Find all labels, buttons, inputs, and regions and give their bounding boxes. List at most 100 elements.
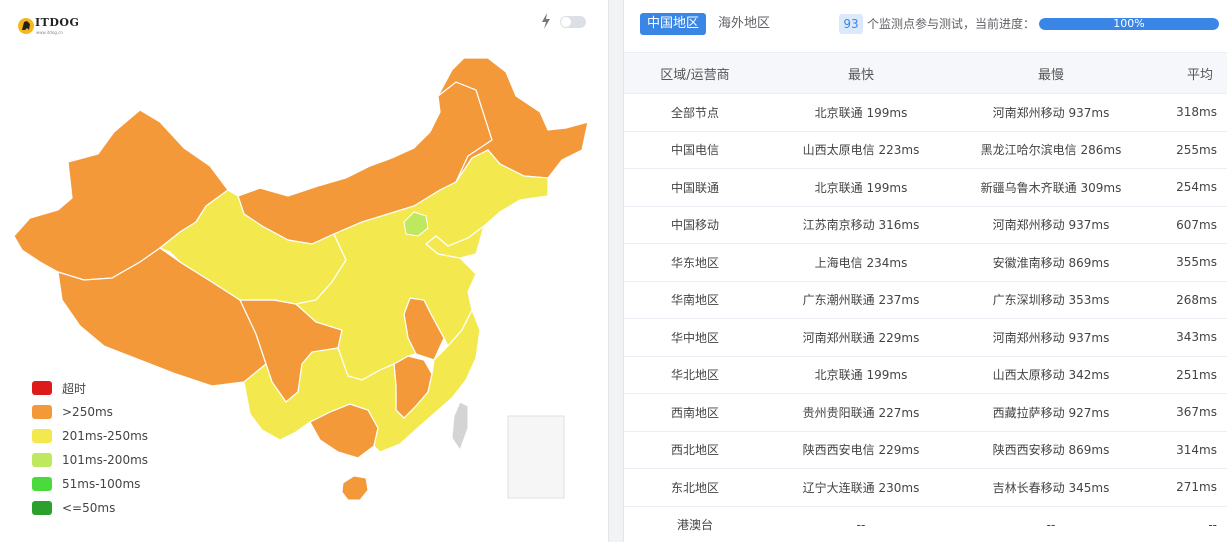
itdog-logo[interactable]: ITDOG www.itdog.cn	[18, 16, 88, 38]
cell-average: 355ms	[1146, 243, 1227, 282]
table-row: 华南地区 广东潮州联通 237ms 广东深圳移动 353ms 268ms	[624, 281, 1227, 319]
legend-label: >250ms	[62, 405, 113, 419]
progress-bar: 100%	[1039, 18, 1219, 30]
progress-percent: 100%	[1113, 18, 1145, 30]
cell-fastest: 山西太原电信 223ms	[766, 131, 956, 169]
tab-overseas-region[interactable]: 海外地区	[718, 13, 770, 35]
cell-fastest: 广东潮州联通 237ms	[766, 281, 956, 319]
cell-slowest: 河南郑州移动 937ms	[956, 318, 1146, 357]
toggle-knob	[561, 17, 571, 27]
legend-item-201-250[interactable]: 201ms-250ms	[32, 424, 192, 448]
cell-average: 251ms	[1146, 356, 1227, 394]
legend-swatch	[32, 405, 52, 419]
map-region-hainan[interactable]	[341, 475, 369, 501]
cell-slowest: 陕西西安移动 869ms	[956, 431, 1146, 469]
cell-region: 中国移动	[624, 206, 766, 244]
header-average[interactable]: 平均	[1146, 52, 1227, 94]
cell-region: 中国联通	[624, 168, 766, 207]
header-fastest[interactable]: 最快	[766, 52, 956, 94]
cell-fastest: 辽宁大连联通 230ms	[766, 468, 956, 507]
cell-region: 西南地区	[624, 393, 766, 432]
cell-fastest: 江苏南京移动 316ms	[766, 206, 956, 244]
cell-region: 中国电信	[624, 131, 766, 169]
legend-item-over-250[interactable]: >250ms	[32, 400, 192, 424]
latency-stats-table: 区域/运营商 最快 最慢 平均 全部节点 北京联通 199ms 河南郑州移动 9…	[624, 52, 1227, 542]
cell-average: 255ms	[1146, 131, 1227, 169]
legend-swatch	[32, 453, 52, 467]
progress-description: 个监测点参与测试，当前进度：	[867, 17, 1036, 31]
cell-slowest: 山西太原移动 342ms	[956, 356, 1146, 394]
cell-region: 西北地区	[624, 431, 766, 469]
results-panel: 中国地区 海外地区 93 个监测点参与测试，当前进度： 100% 区域/运营商 …	[624, 0, 1227, 542]
legend-item-101-200[interactable]: 101ms-200ms	[32, 448, 192, 472]
table-row: 中国联通 北京联通 199ms 新疆乌鲁木齐联通 309ms 254ms	[624, 168, 1227, 207]
table-row: 西南地区 贵州贵阳联通 227ms 西藏拉萨移动 927ms 367ms	[624, 393, 1227, 432]
map-legend: 超时 >250ms 201ms-250ms 101ms-200ms 51ms-1…	[32, 376, 192, 520]
header-slowest[interactable]: 最慢	[956, 52, 1146, 94]
table-row: 西北地区 陕西西安电信 229ms 陕西西安移动 869ms 314ms	[624, 431, 1227, 469]
cell-slowest: 安徽淮南移动 869ms	[956, 243, 1146, 282]
cell-fastest: --	[766, 506, 956, 542]
tab-china-region[interactable]: 中国地区	[640, 13, 706, 35]
legend-item-timeout[interactable]: 超时	[32, 376, 192, 400]
cell-fastest: 陕西西安电信 229ms	[766, 431, 956, 469]
legend-label: 51ms-100ms	[62, 477, 141, 491]
logo-text: ITDOG	[35, 16, 80, 29]
dog-logo-icon	[18, 18, 34, 34]
cell-slowest: 吉林长春移动 345ms	[956, 468, 1146, 507]
legend-label: 超时	[62, 381, 87, 396]
legend-item-51-100[interactable]: 51ms-100ms	[32, 472, 192, 496]
header-region[interactable]: 区域/运营商	[624, 52, 766, 94]
cell-average: 367ms	[1146, 393, 1227, 432]
cell-region: 港澳台	[624, 506, 766, 542]
table-row: 港澳台 -- -- --	[624, 506, 1227, 542]
cell-region: 华南地区	[624, 281, 766, 319]
table-row: 中国电信 山西太原电信 223ms 黑龙江哈尔滨电信 286ms 255ms	[624, 131, 1227, 169]
node-count-badge: 93	[839, 14, 863, 34]
legend-label: 101ms-200ms	[62, 453, 149, 467]
logo-subtext: www.itdog.cn	[36, 30, 63, 35]
bolt-icon[interactable]	[541, 13, 551, 29]
cell-slowest: 黑龙江哈尔滨电信 286ms	[956, 131, 1146, 169]
panel-divider	[608, 0, 624, 542]
legend-swatch	[32, 477, 52, 491]
table-row: 华东地区 上海电信 234ms 安徽淮南移动 869ms 355ms	[624, 243, 1227, 282]
results-toolbar: 中国地区 海外地区 93 个监测点参与测试，当前进度： 100%	[624, 0, 1227, 52]
cell-average: 254ms	[1146, 168, 1227, 207]
mode-toggle-switch[interactable]	[560, 16, 586, 28]
legend-swatch	[32, 429, 52, 443]
cell-fastest: 河南郑州联通 229ms	[766, 318, 956, 357]
cell-fastest: 北京联通 199ms	[766, 356, 956, 394]
cell-fastest: 北京联通 199ms	[766, 93, 956, 132]
cell-slowest: --	[956, 506, 1146, 542]
cell-average: 314ms	[1146, 431, 1227, 469]
cell-average: 318ms	[1146, 93, 1227, 132]
cell-region: 华东地区	[624, 243, 766, 282]
map-inset-south-sea	[507, 415, 565, 499]
cell-fastest: 上海电信 234ms	[766, 243, 956, 282]
cell-fastest: 北京联通 199ms	[766, 168, 956, 207]
cell-average: 607ms	[1146, 206, 1227, 244]
legend-swatch	[32, 501, 52, 515]
legend-label: <=50ms	[62, 501, 116, 515]
cell-average: 271ms	[1146, 468, 1227, 507]
table-row: 华北地区 北京联通 199ms 山西太原移动 342ms 251ms	[624, 356, 1227, 394]
cell-region: 东北地区	[624, 468, 766, 507]
cell-slowest: 河南郑州移动 937ms	[956, 206, 1146, 244]
cell-region: 华中地区	[624, 318, 766, 357]
table-row: 华中地区 河南郑州联通 229ms 河南郑州移动 937ms 343ms	[624, 318, 1227, 357]
cell-slowest: 西藏拉萨移动 927ms	[956, 393, 1146, 432]
legend-item-under-50[interactable]: <=50ms	[32, 496, 192, 520]
cell-slowest: 广东深圳移动 353ms	[956, 281, 1146, 319]
cell-average: 268ms	[1146, 281, 1227, 319]
map-panel: ITDOG www.itdog.cn 超时 >250ms 201ms-250ms…	[0, 0, 608, 542]
cell-region: 全部节点	[624, 93, 766, 132]
legend-label: 201ms-250ms	[62, 429, 149, 443]
cell-average: --	[1146, 506, 1227, 542]
table-row: 东北地区 辽宁大连联通 230ms 吉林长春移动 345ms 271ms	[624, 468, 1227, 507]
cell-slowest: 河南郑州移动 937ms	[956, 93, 1146, 132]
cell-slowest: 新疆乌鲁木齐联通 309ms	[956, 168, 1146, 207]
table-row: 全部节点 北京联通 199ms 河南郑州移动 937ms 318ms	[624, 93, 1227, 132]
map-region-taiwan[interactable]	[451, 401, 469, 452]
cell-fastest: 贵州贵阳联通 227ms	[766, 393, 956, 432]
